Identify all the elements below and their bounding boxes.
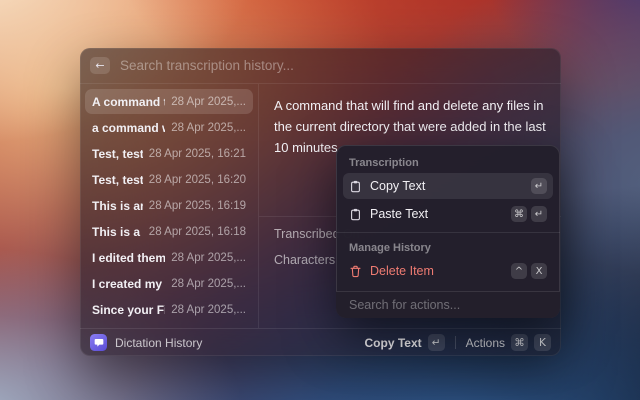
section-header: Transcription (336, 149, 560, 173)
list-item-title: Since your Firebase... (92, 303, 165, 317)
list-item[interactable]: Since your Firebase... 28 Apr 2025,... (85, 297, 253, 322)
action-label: Paste Text (370, 207, 503, 221)
list-item-title: This is a test. (92, 225, 143, 239)
section-header: Manage History (336, 234, 560, 258)
metadata-label: Characters (274, 253, 335, 267)
back-arrow-icon: ← (95, 59, 104, 72)
window-footer: Dictation History Copy Text ↵ Actions ⌘ … (80, 328, 561, 356)
list-item-date: 28 Apr 2025, 16:20 (149, 174, 246, 186)
return-key-badge: ↵ (428, 334, 445, 351)
list-item[interactable]: I created my Firebas... 28 Apr 2025,... (85, 271, 253, 296)
list-item[interactable]: This is a test. 28 Apr 2025, 16:18 (85, 219, 253, 244)
app-name: Dictation History (115, 336, 202, 350)
action-item[interactable]: Delete Item ^X (343, 258, 553, 284)
list-item-title: a command which y... (92, 121, 165, 135)
list-item[interactable]: Test, test, test. 28 Apr 2025, 16:20 (85, 167, 253, 192)
search-input[interactable] (120, 58, 551, 73)
trash-icon (349, 265, 362, 278)
dictation-app-icon (90, 334, 107, 351)
section-divider (336, 232, 560, 233)
list-item-title: I created my Firebas... (92, 277, 165, 291)
action-shortcut: ⌘↵ (511, 206, 547, 222)
action-label: Copy Text (370, 179, 523, 193)
clipboard-icon (349, 180, 362, 193)
back-button[interactable]: ← (90, 57, 110, 74)
shortcut-key-badge: ↵ (531, 178, 547, 194)
action-label: Delete Item (370, 264, 503, 278)
action-shortcut: ^X (511, 263, 547, 279)
footer-actions: Copy Text ↵ Actions ⌘ K (365, 334, 551, 351)
history-list: A command that will... 28 Apr 2025,... a… (80, 84, 259, 328)
speech-bubble-icon (94, 338, 104, 348)
action-item[interactable]: Copy Text ↵ (343, 173, 553, 199)
cmd-key-badge: ⌘ (511, 334, 528, 351)
list-item-title: A command that will... (92, 95, 165, 109)
actions-menu-button[interactable]: Actions (466, 336, 505, 350)
list-item-date: 28 Apr 2025, 16:19 (149, 200, 246, 212)
action-item[interactable]: Paste Text ⌘↵ (343, 201, 553, 227)
list-item-title: Test, test, test. (92, 173, 143, 187)
list-item[interactable]: A command that will... 28 Apr 2025,... (85, 89, 253, 114)
list-item-title: This is another test. (92, 199, 143, 213)
window-header: ← (80, 48, 561, 84)
actions-search-input[interactable] (349, 298, 547, 312)
k-key-badge: K (534, 334, 551, 351)
shortcut-key-badge: ↵ (531, 206, 547, 222)
list-item[interactable]: This is another test. 28 Apr 2025, 16:19 (85, 193, 253, 218)
list-item[interactable]: a command which y... 28 Apr 2025,... (85, 115, 253, 140)
list-item-date: 28 Apr 2025,... (171, 278, 246, 290)
list-item-title: Test, test, test, test. (92, 147, 143, 161)
list-item-date: 28 Apr 2025,... (171, 96, 246, 108)
actions-panel: Transcription Copy Text ↵ Paste Text ⌘↵ … (336, 145, 560, 318)
shortcut-key-badge: X (531, 263, 547, 279)
list-item-date: 28 Apr 2025,... (171, 252, 246, 264)
list-item[interactable]: I edited them, so I'm... 28 Apr 2025,... (85, 245, 253, 270)
clipboard-icon (349, 208, 362, 221)
list-item-date: 28 Apr 2025,... (171, 304, 246, 316)
list-item[interactable]: Test, test, test, test. 28 Apr 2025, 16:… (85, 141, 253, 166)
shortcut-key-badge: ⌘ (511, 206, 527, 222)
list-item-title: I edited them, so I'm... (92, 251, 165, 265)
actions-search-bar (336, 291, 560, 318)
list-item-date: 28 Apr 2025, 16:18 (149, 226, 246, 238)
primary-action-button[interactable]: Copy Text (365, 336, 422, 350)
shortcut-key-badge: ^ (511, 263, 527, 279)
list-item-date: 28 Apr 2025,... (171, 122, 246, 134)
list-item-date: 28 Apr 2025, 16:21 (149, 148, 246, 160)
footer-divider (455, 336, 456, 349)
action-shortcut: ↵ (531, 178, 547, 194)
